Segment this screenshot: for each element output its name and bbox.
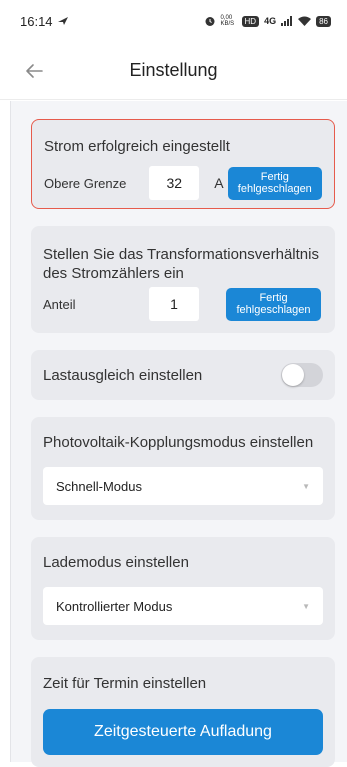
pv-title: Photovoltaik-Kopplungsmodus einstellen bbox=[43, 433, 323, 452]
pv-mode-select[interactable]: Schnell-Modus ▼ bbox=[43, 467, 323, 505]
location-icon bbox=[57, 16, 69, 26]
status-time: 16:14 bbox=[20, 14, 53, 29]
pv-mode-value: Schnell-Modus bbox=[56, 479, 142, 494]
net-speed: 0,00 KB/S bbox=[221, 15, 237, 27]
upper-limit-input[interactable] bbox=[149, 166, 199, 200]
ratio-title: Stellen Sie das Transformationsverhältni… bbox=[43, 245, 323, 283]
signal-icon bbox=[281, 16, 293, 26]
status-bar: 16:14 0,00 KB/S HD 4G 86 bbox=[0, 0, 347, 42]
current-status-text: Strom erfolgreich eingestellt bbox=[44, 137, 322, 156]
current-submit-button[interactable]: Fertig fehlgeschlagen bbox=[228, 167, 322, 200]
pv-card: Photovoltaik-Kopplungsmodus einstellen S… bbox=[31, 417, 335, 520]
charge-mode-select[interactable]: Kontrollierter Modus ▼ bbox=[43, 587, 323, 625]
page-title: Einstellung bbox=[0, 60, 347, 81]
button-line-1: Fertig bbox=[230, 292, 317, 304]
load-balance-toggle[interactable] bbox=[281, 363, 323, 387]
load-balance-card: Lastausgleich einstellen bbox=[31, 350, 335, 400]
schedule-title: Zeit für Termin einstellen bbox=[43, 674, 323, 693]
ampere-unit: A bbox=[214, 175, 223, 191]
ratio-label: Anteil bbox=[43, 297, 149, 312]
upper-limit-label: Obere Grenze bbox=[44, 176, 149, 191]
ratio-input[interactable] bbox=[149, 287, 199, 321]
caret-down-icon: ▼ bbox=[302, 482, 310, 491]
load-balance-label: Lastausgleich einstellen bbox=[43, 366, 202, 385]
charge-mode-card: Lademodus einstellen Kontrollierter Modu… bbox=[31, 537, 335, 640]
ratio-submit-button[interactable]: Fertig fehlgeschlagen bbox=[226, 288, 321, 321]
app-header: Einstellung bbox=[0, 42, 347, 100]
wifi-icon bbox=[298, 16, 311, 26]
settings-content: Strom erfolgreich eingestellt Obere Gren… bbox=[10, 101, 347, 762]
button-line-2: fehlgeschlagen bbox=[230, 304, 317, 316]
ratio-card: Stellen Sie das Transformationsverhältni… bbox=[31, 226, 335, 333]
scheduled-charging-button[interactable]: Zeitgesteuerte Aufladung bbox=[43, 709, 323, 755]
charge-mode-title: Lademodus einstellen bbox=[43, 553, 323, 572]
alarm-icon bbox=[204, 15, 216, 27]
current-card: Strom erfolgreich eingestellt Obere Gren… bbox=[31, 119, 335, 209]
schedule-card: Zeit für Termin einstellen Zeitgesteuert… bbox=[31, 657, 335, 767]
caret-down-icon: ▼ bbox=[302, 602, 310, 611]
hd-badge: HD bbox=[242, 16, 260, 27]
network-type: 4G bbox=[264, 16, 276, 26]
toggle-knob bbox=[282, 364, 304, 386]
charge-mode-value: Kontrollierter Modus bbox=[56, 599, 172, 614]
button-line-1: Fertig bbox=[232, 171, 318, 183]
back-arrow-icon[interactable] bbox=[22, 59, 46, 83]
battery-icon: 86 bbox=[316, 16, 331, 27]
button-line-2: fehlgeschlagen bbox=[232, 183, 318, 195]
